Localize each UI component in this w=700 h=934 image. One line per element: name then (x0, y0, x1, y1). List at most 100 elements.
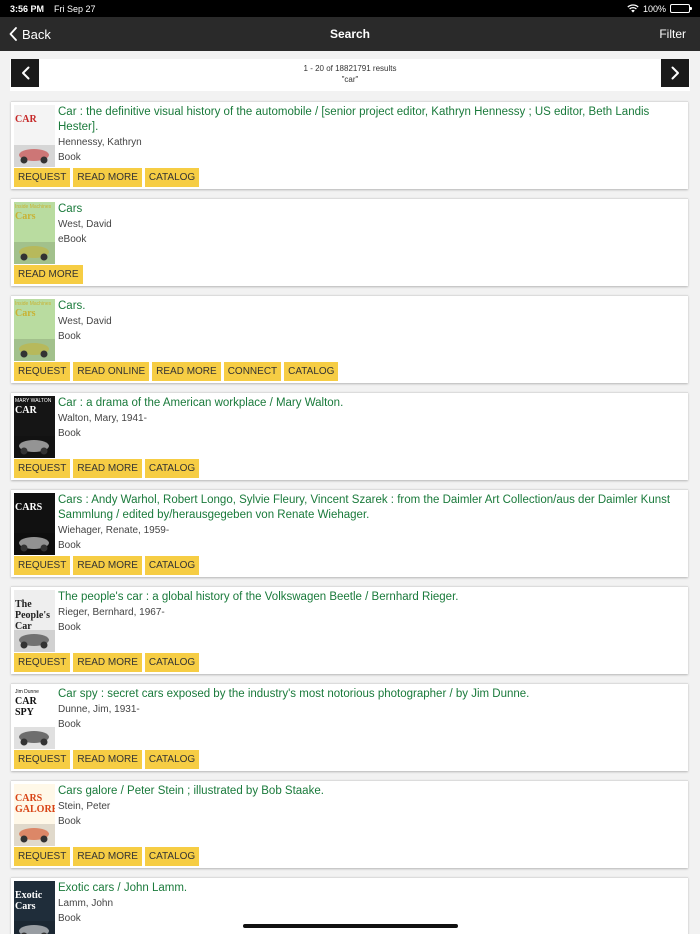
result-author: Dunne, Jim, 1931- (58, 704, 140, 715)
home-indicator (243, 924, 458, 928)
wifi-icon (627, 4, 639, 13)
read-more-button[interactable]: READ MORE (73, 653, 142, 672)
request-button[interactable]: REQUEST (14, 750, 71, 769)
result-title-link[interactable]: Car : the definitive visual history of t… (58, 105, 682, 135)
request-button[interactable]: REQUEST (14, 556, 71, 575)
results-list[interactable]: CAR Car : the definitive visual history o… (0, 97, 700, 934)
result-format: Book (58, 428, 81, 439)
cover-subtitle: Jim Dunne (15, 689, 39, 695)
result-card[interactable]: Inside Machines Cars Cars West, David eBook R… (11, 198, 688, 286)
result-range: 1 - 20 of 18821791 results (303, 64, 397, 73)
catalog-button[interactable]: CATALOG (144, 847, 200, 866)
result-info: Cars West, David eBook (58, 202, 682, 247)
request-button[interactable]: REQUEST (14, 847, 71, 866)
book-cover-image[interactable]: Inside Machines Cars (14, 202, 55, 264)
result-author: Lamm, John (58, 898, 114, 909)
back-label: Back (22, 26, 51, 42)
result-title-link[interactable]: Car : a drama of the American workplace … (58, 396, 682, 411)
catalog-button[interactable]: CATALOG (144, 653, 200, 672)
result-actions: REQUEST READ MORE CATALOG (14, 847, 200, 866)
book-cover-image[interactable]: The People's Car (14, 590, 55, 652)
result-title-link[interactable]: Cars galore / Peter Stein ; illustrated … (58, 784, 682, 799)
result-title-link[interactable]: Cars. (58, 299, 682, 314)
book-cover-image[interactable]: CARS (14, 493, 55, 555)
result-author: Rieger, Bernhard, 1967- (58, 607, 165, 618)
chevron-left-icon (9, 27, 17, 41)
cover-title: Cars (15, 308, 36, 319)
read-more-button[interactable]: READ MORE (73, 847, 142, 866)
result-actions: REQUEST READ MORE CATALOG (14, 653, 200, 672)
cover-title: CARS GALORE (15, 793, 55, 815)
pagination-bar: 1 - 20 of 18821791 results "car" (0, 51, 700, 97)
nav-bar: Back Search Filter (0, 17, 700, 51)
catalog-button[interactable]: CATALOG (144, 168, 200, 187)
request-button[interactable]: REQUEST (14, 362, 71, 381)
result-format: Book (58, 816, 81, 827)
read-more-button[interactable]: READ MORE (73, 750, 142, 769)
result-format: Book (58, 622, 81, 633)
book-cover-image[interactable]: Jim Dunne CAR SPY (14, 687, 55, 749)
chevron-right-icon (671, 66, 679, 80)
read-online-button[interactable]: READ ONLINE (73, 362, 150, 381)
result-title-link[interactable]: Car spy : secret cars exposed by the ind… (58, 687, 682, 702)
result-card[interactable]: Inside Machines Cars Cars. West, David Book R… (11, 295, 688, 383)
result-author: Hennessy, Kathryn (58, 137, 142, 148)
result-title-link[interactable]: The people's car : a global history of t… (58, 590, 682, 605)
next-page-button[interactable] (661, 59, 689, 87)
result-card[interactable]: CARS GALORE Cars galore / Peter Stein ; i… (11, 780, 688, 868)
read-more-button[interactable]: READ MORE (73, 556, 142, 575)
connect-button[interactable]: CONNECT (223, 362, 282, 381)
result-format: Book (58, 331, 81, 342)
status-time: 3:56 PM (10, 3, 45, 14)
cover-title: Cars (15, 211, 36, 222)
result-actions: READ MORE (14, 265, 83, 284)
cover-subtitle: Inside Machines (15, 204, 52, 210)
read-more-button[interactable]: READ MORE (152, 362, 221, 381)
result-title-link[interactable]: Exotic cars / John Lamm. (58, 881, 682, 896)
back-button[interactable]: Back (0, 27, 51, 42)
result-card[interactable]: Jim Dunne CAR SPY Car spy : secret cars ex… (11, 683, 688, 771)
result-info: Cars. West, David Book (58, 299, 682, 344)
result-actions: REQUEST READ MORE CATALOG (14, 750, 200, 769)
chevron-left-icon (21, 66, 29, 80)
result-author: Stein, Peter (58, 801, 111, 812)
result-card[interactable]: CARS Cars : Andy Warhol, Robert Longo, Sy… (11, 489, 688, 577)
catalog-button[interactable]: CATALOG (144, 459, 200, 478)
filter-button[interactable]: Filter (659, 27, 700, 41)
result-actions: REQUEST READ MORE CATALOG (14, 459, 200, 478)
page-title: Search (329, 27, 371, 41)
result-format: eBook (58, 234, 87, 245)
result-info: The people's car : a global history of t… (58, 590, 682, 635)
book-cover-image[interactable]: Inside Machines Cars (14, 299, 55, 361)
cover-subtitle: MARY WALTON (15, 398, 52, 404)
cover-title: CAR (15, 405, 37, 416)
status-bar: 3:56 PM Fri Sep 27 100% (0, 0, 700, 17)
catalog-button[interactable]: CATALOG (144, 556, 200, 575)
result-info: Exotic cars / John Lamm. Lamm, John Book (58, 881, 682, 926)
book-cover-image[interactable]: CAR (14, 105, 55, 167)
result-card[interactable]: The People's Car The people's car : a glo… (11, 586, 688, 674)
result-info: Car spy : secret cars exposed by the ind… (58, 687, 682, 732)
cover-title: The People's Car (15, 599, 50, 632)
read-more-button[interactable]: READ MORE (14, 265, 83, 284)
status-date: Fri Sep 27 (54, 3, 96, 14)
book-cover-image[interactable]: CARS GALORE (14, 784, 55, 846)
read-more-button[interactable]: READ MORE (73, 459, 142, 478)
result-format: Book (58, 540, 81, 551)
result-title-link[interactable]: Cars (58, 202, 682, 217)
previous-page-button[interactable] (11, 59, 39, 87)
cover-title: CAR SPY (15, 696, 37, 718)
cover-title: CARS (15, 502, 43, 513)
result-card[interactable]: MARY WALTON CAR Car : a drama of the Ameri… (11, 392, 688, 480)
book-cover-image[interactable]: MARY WALTON CAR (14, 396, 55, 458)
read-more-button[interactable]: READ MORE (73, 168, 142, 187)
catalog-button[interactable]: CATALOG (144, 750, 200, 769)
book-cover-image[interactable]: Exotic Cars (14, 881, 55, 934)
result-card[interactable]: CAR Car : the definitive visual history o… (11, 101, 688, 189)
catalog-button[interactable]: CATALOG (284, 362, 339, 381)
request-button[interactable]: REQUEST (14, 653, 71, 672)
cover-subtitle: Inside Machines (15, 301, 52, 307)
request-button[interactable]: REQUEST (14, 459, 71, 478)
result-title-link[interactable]: Cars : Andy Warhol, Robert Longo, Sylvie… (58, 493, 682, 523)
request-button[interactable]: REQUEST (14, 168, 71, 187)
